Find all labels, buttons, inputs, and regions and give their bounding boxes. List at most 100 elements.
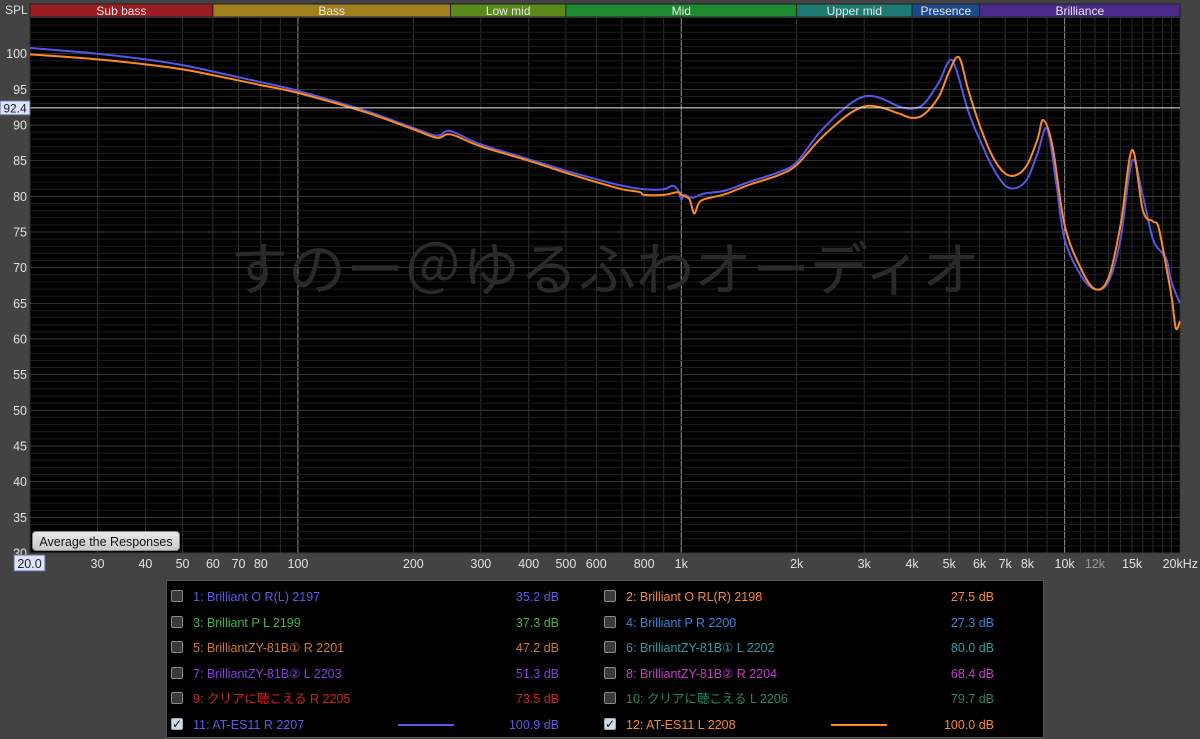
x-tick-label: 4k <box>905 557 919 571</box>
legend-entry[interactable]: 11: AT-ES11 R 2207 100.9 dB <box>171 715 559 734</box>
band-label: Low mid <box>486 4 531 18</box>
legend-entry-value: 79.7 dB <box>950 692 994 706</box>
x-tick-label: 20kHz <box>1163 557 1198 571</box>
legend-entry[interactable]: 3: Brilliant P L 2199 37.3 dB <box>171 614 559 632</box>
y-tick-label: 70 <box>13 261 27 275</box>
y-tick-label: 50 <box>13 404 27 418</box>
y-tick-label: 65 <box>13 297 27 311</box>
legend-checkbox[interactable] <box>171 615 183 628</box>
legend-entry-label: 12: AT-ES11 L 2208 <box>626 717 736 732</box>
legend-entry-label: 1: Brilliant O R(L) 2197 <box>193 590 321 604</box>
x-tick-label: 800 <box>634 557 655 571</box>
legend-entry[interactable]: 6: BrilliantZY-81B① L 2202 80.0 dB <box>604 639 994 657</box>
y-tick-label: 80 <box>13 190 27 204</box>
average-responses-button[interactable]: Average the Responses <box>32 531 180 551</box>
x-tick-label: 30 <box>91 557 105 571</box>
legend-checkbox[interactable] <box>604 615 616 628</box>
y-tick-label: 55 <box>13 368 27 382</box>
legend-entry-value: 51.3 dB <box>515 666 559 681</box>
y-tick-label: 35 <box>13 511 27 525</box>
x-tick-label: 15k <box>1122 557 1143 571</box>
legend-entry-label: 3: Brilliant P L 2199 <box>193 615 301 630</box>
x-tick-label: 400 <box>518 557 539 571</box>
x-tick-label: 1k <box>675 557 689 571</box>
x-tick-label: 2k <box>790 557 804 571</box>
cursor-freq-label: 20.0 <box>17 557 41 571</box>
x-tick-label: 300 <box>470 557 491 571</box>
legend-entry[interactable]: 2: Brilliant O RL(R) 2198 27.5 dB <box>604 588 994 606</box>
band-label: Upper mid <box>827 4 882 18</box>
y-tick-label: 90 <box>13 119 27 133</box>
legend-entry-value: 27.5 dB <box>950 590 994 604</box>
x-tick-label: 10k <box>1055 557 1076 571</box>
legend-entry-value: 80.0 dB <box>950 641 994 655</box>
legend-entry[interactable]: 12: AT-ES11 L 2208 100.0 dB <box>604 715 994 734</box>
legend-entry[interactable]: 7: BrilliantZY-81B② L 2203 51.3 dB <box>171 665 559 683</box>
y-tick-label: 75 <box>13 226 27 240</box>
band-label: Mid <box>672 4 691 18</box>
x-tick-label: 40 <box>138 557 152 571</box>
y-tick-label: 100 <box>6 47 27 61</box>
frequency-response-chart: Sub bass Bass Low mid Mid Upper mid Presence B… <box>0 0 1200 580</box>
legend-entry-label: 8: BrilliantZY-81B② R 2204 <box>626 666 778 681</box>
y-tick-label: 60 <box>13 333 27 347</box>
legend-checkbox[interactable] <box>604 641 616 653</box>
legend-entry-label: 7: BrilliantZY-81B② L 2203 <box>193 666 342 681</box>
legend-checkbox[interactable] <box>171 666 183 679</box>
legend-entry[interactable]: 9: クリアに聴こえる R 2205 73.5 dB <box>171 690 559 708</box>
legend-entry-value: 47.2 dB <box>515 641 559 655</box>
legend-entry-label: 2: Brilliant O RL(R) 2198 <box>626 590 763 604</box>
legend-entry-value: 35.2 dB <box>515 590 559 604</box>
x-tick-label: 200 <box>403 557 424 571</box>
band-label: Sub bass <box>96 4 146 18</box>
legend-entry-label: 10: クリアに聴こえる L 2206 <box>626 692 788 706</box>
x-tick-label: 8k <box>1021 557 1035 571</box>
legend-entry[interactable]: 5: BrilliantZY-81B① R 2201 47.2 dB <box>171 639 559 657</box>
x-tick-label: 50 <box>176 557 190 571</box>
legend-entry-label: 9: クリアに聴こえる R 2205 <box>193 692 351 706</box>
legend-entry-label: 5: BrilliantZY-81B① R 2201 <box>193 641 345 655</box>
x-tick-label: 5k <box>943 557 957 571</box>
legend-checkbox[interactable] <box>604 666 616 679</box>
band-label: Presence <box>920 4 971 18</box>
x-tick-label: 3k <box>858 557 872 571</box>
legend-entry[interactable]: 1: Brilliant O R(L) 2197 35.2 dB <box>171 588 559 606</box>
legend-entry[interactable]: 10: クリアに聴こえる L 2206 79.7 dB <box>604 690 994 708</box>
legend-checkbox[interactable] <box>171 715 183 733</box>
legend-checkbox[interactable] <box>171 590 183 602</box>
x-tick-label: 7k <box>999 557 1013 571</box>
y-tick-label: 40 <box>13 475 27 489</box>
frequency-band-bar: Sub bass Bass Low mid Mid Upper mid Presence B… <box>29 3 1181 18</box>
legend-entry-value: 100.0 dB <box>943 717 994 732</box>
band-label: Bass <box>318 4 345 18</box>
legend-swatch <box>831 723 887 726</box>
legend-entry[interactable]: 8: BrilliantZY-81B② R 2204 68.4 dB <box>604 665 994 683</box>
cursor-value-label: 92.4 <box>3 101 27 115</box>
legend-checkbox[interactable] <box>171 692 183 704</box>
legend-entry-value: 68.4 dB <box>950 666 994 681</box>
y-tick-label: 45 <box>13 440 27 454</box>
legend-checkbox[interactable] <box>604 590 616 602</box>
legend-checkbox[interactable] <box>604 692 616 704</box>
x-tick-label: 12k <box>1085 557 1106 571</box>
x-tick-label: 500 <box>555 557 576 571</box>
watermark: すのー＠ゆるふわオーディオ <box>230 236 980 304</box>
legend-entry-value: 37.3 dB <box>515 615 559 630</box>
y-tick-label: 85 <box>13 154 27 168</box>
legend-entry-label: 11: AT-ES11 R 2207 <box>193 717 305 732</box>
y-axis-label: SPL <box>5 3 28 17</box>
legend-entry-label: 6: BrilliantZY-81B① L 2202 <box>626 641 775 655</box>
x-tick-label: 6k <box>973 557 987 571</box>
x-tick-label: 60 <box>206 557 220 571</box>
x-tick-label: 80 <box>254 557 268 571</box>
x-tick-label: 100 <box>288 557 309 571</box>
legend-panel: 1: Brilliant O R(L) 2197 35.2 dB 2: Brilli… <box>166 580 1044 738</box>
legend-entry-label: 4: Brilliant P R 2200 <box>626 615 737 630</box>
legend-checkbox[interactable] <box>171 641 183 653</box>
legend-entry[interactable]: 4: Brilliant P R 2200 27.3 dB <box>604 614 994 632</box>
band-label: Brilliance <box>1055 4 1104 18</box>
legend-checkbox[interactable] <box>604 715 616 733</box>
y-tick-label: 95 <box>13 83 27 97</box>
legend-swatch <box>398 723 454 726</box>
x-tick-label: 70 <box>232 557 246 571</box>
